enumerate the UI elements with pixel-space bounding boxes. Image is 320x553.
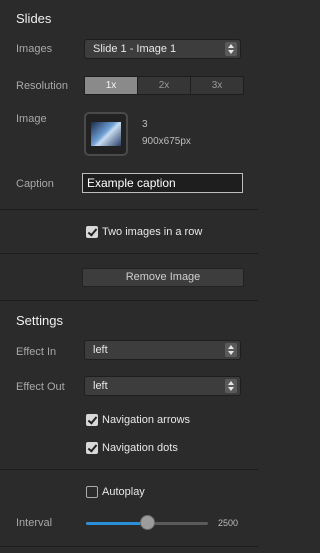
divider — [0, 253, 258, 254]
interval-value: 2500 — [218, 518, 239, 528]
resolution-option-3x[interactable]: 3x — [191, 76, 244, 95]
images-label: Images — [16, 43, 53, 55]
effect-in-value: left — [93, 344, 108, 356]
resolution-segmented-control: 1x 2x 3x — [84, 76, 244, 95]
divider — [0, 300, 258, 301]
image-thumbnail[interactable] — [84, 112, 128, 156]
effect-out-value: left — [93, 380, 108, 392]
select-arrows-icon — [225, 42, 237, 56]
navigation-dots-label: Navigation dots — [102, 442, 178, 454]
effect-out-label: Effect Out — [16, 381, 65, 393]
divider — [0, 469, 258, 470]
two-images-label: Two images in a row — [102, 226, 203, 238]
image-count: 3 — [142, 119, 148, 130]
interval-slider-thumb[interactable] — [140, 515, 155, 530]
image-dimensions: 900x675px — [142, 136, 191, 147]
images-select[interactable]: Slide 1 - Image 1 — [84, 39, 241, 59]
image-preview — [91, 122, 121, 146]
slides-section-title: Slides — [16, 11, 52, 26]
images-select-value: Slide 1 - Image 1 — [93, 43, 177, 55]
navigation-arrows-label: Navigation arrows — [102, 414, 191, 426]
navigation-arrows-checkbox[interactable] — [86, 414, 98, 426]
resolution-option-2x[interactable]: 2x — [138, 76, 191, 95]
effect-out-select[interactable]: left — [84, 376, 241, 396]
remove-image-button[interactable]: Remove Image — [82, 268, 244, 287]
interval-slider-fill — [86, 522, 147, 525]
autoplay-checkbox[interactable] — [86, 486, 98, 498]
autoplay-label: Autoplay — [102, 486, 145, 498]
select-arrows-icon — [225, 343, 237, 357]
effect-in-label: Effect In — [16, 346, 57, 358]
caption-input[interactable]: Example caption — [82, 173, 243, 193]
resolution-label: Resolution — [16, 80, 68, 92]
image-label: Image — [16, 113, 47, 125]
two-images-checkbox[interactable] — [86, 226, 98, 238]
navigation-dots-checkbox[interactable] — [86, 442, 98, 454]
interval-label: Interval — [16, 517, 53, 529]
effect-in-select[interactable]: left — [84, 340, 241, 360]
divider — [0, 209, 258, 210]
settings-section-title: Settings — [16, 313, 63, 328]
divider — [0, 546, 258, 547]
caption-label: Caption — [16, 178, 54, 190]
resolution-option-1x[interactable]: 1x — [84, 76, 138, 95]
select-arrows-icon — [225, 379, 237, 393]
